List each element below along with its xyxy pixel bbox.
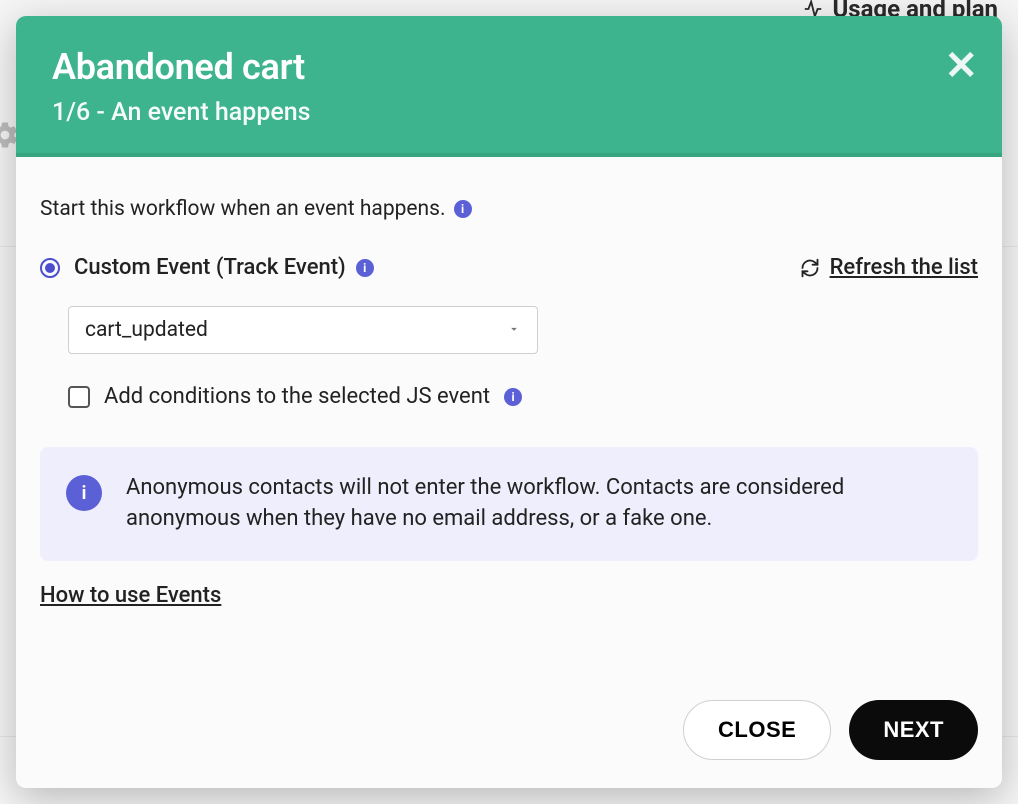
refresh-list-link[interactable]: Refresh the list — [800, 255, 978, 280]
event-select-value: cart_updated — [85, 318, 208, 342]
refresh-list-label: Refresh the list — [830, 255, 978, 280]
custom-event-label-wrap: Custom Event (Track Event) i — [74, 255, 374, 280]
intro-text-row: Start this workflow when an event happen… — [40, 197, 978, 221]
conditions-checkbox-label: Add conditions to the selected JS event — [104, 384, 490, 409]
info-icon: i — [66, 475, 102, 511]
info-icon[interactable]: i — [356, 259, 374, 277]
custom-event-label: Custom Event (Track Event) — [74, 255, 346, 280]
close-icon[interactable]: ✕ — [944, 46, 978, 86]
modal-title: Abandoned cart — [52, 46, 966, 88]
next-button[interactable]: NEXT — [849, 700, 978, 760]
radio-selected-indicator — [45, 263, 55, 273]
modal-step-indicator: 1/6 - An event happens — [52, 98, 966, 127]
modal-body: Start this workflow when an event happen… — [16, 157, 1002, 700]
conditions-checkbox-row: Add conditions to the selected JS event … — [68, 384, 978, 409]
chevron-down-icon — [507, 318, 521, 342]
anonymous-notice-text: Anonymous contacts will not enter the wo… — [126, 473, 952, 535]
refresh-icon — [800, 258, 820, 278]
howto-events-link[interactable]: How to use Events — [40, 583, 978, 608]
info-icon[interactable]: i — [454, 200, 472, 218]
event-type-radio-group: Custom Event (Track Event) i — [40, 255, 374, 280]
close-button[interactable]: CLOSE — [683, 700, 831, 760]
event-select[interactable]: cart_updated — [68, 306, 538, 354]
modal-header: Abandoned cart 1/6 - An event happens ✕ — [16, 16, 1002, 157]
event-type-row: Custom Event (Track Event) i Refresh the… — [40, 255, 978, 280]
anonymous-notice: i Anonymous contacts will not enter the … — [40, 447, 978, 561]
intro-text: Start this workflow when an event happen… — [40, 197, 446, 221]
howto-events-label: How to use Events — [40, 583, 221, 608]
workflow-step-modal: Abandoned cart 1/6 - An event happens ✕ … — [16, 16, 1002, 788]
custom-event-radio[interactable] — [40, 258, 60, 278]
conditions-checkbox[interactable] — [68, 386, 90, 408]
info-icon[interactable]: i — [504, 388, 522, 406]
modal-footer: CLOSE NEXT — [16, 700, 1002, 788]
